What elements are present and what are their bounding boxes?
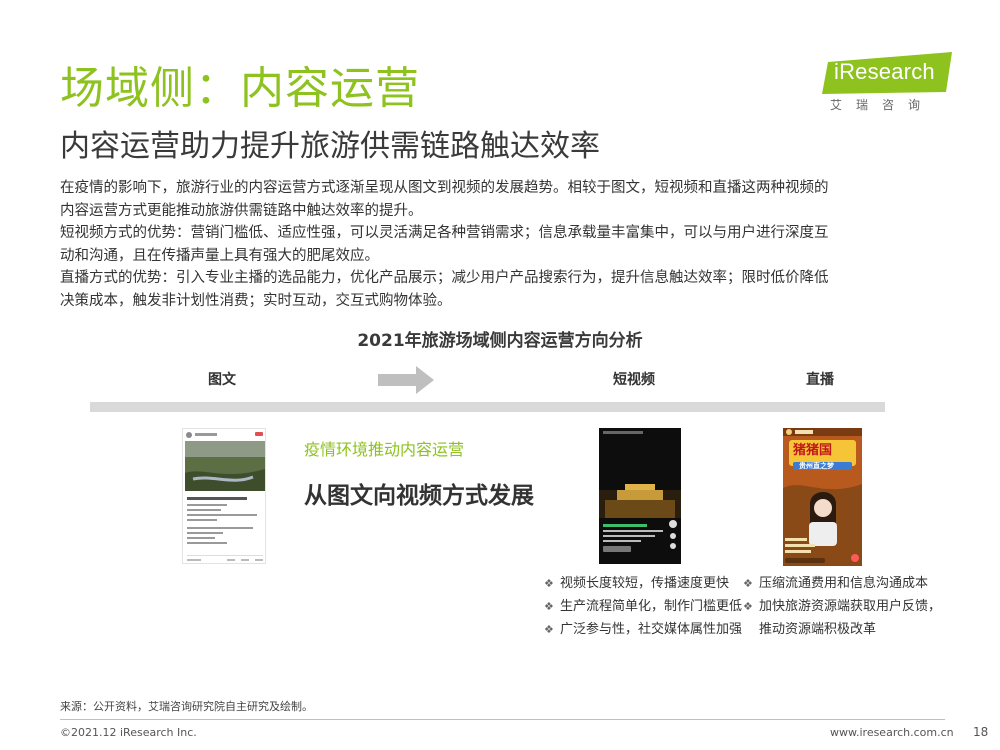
list-item: ❖ 生产流程简单化，制作门槛更低 <box>544 595 742 618</box>
text-post-screenshot-image <box>185 432 265 561</box>
list-item: 推动资源端积极改革 <box>759 622 877 637</box>
diamond-bullet-icon: ❖ <box>544 600 554 613</box>
trend-caption: 疫情环境推动内容运营 <box>304 440 465 459</box>
logo-subtitle: 艾瑞咨询 <box>830 98 935 112</box>
logo-wordmark: iResearch <box>834 59 935 84</box>
diamond-bullet-icon: ❖ <box>743 600 753 613</box>
stage-label-short-video: 短视频 <box>613 372 655 388</box>
live-stream-banner-subtext: 贵州直之梦 <box>799 462 834 470</box>
right-arrow-icon <box>378 366 434 394</box>
trend-headline: 从图文向视频方式发展 <box>304 483 534 509</box>
source-note: 来源：公开资料，艾瑞咨询研究院自主研究及绘制。 <box>60 700 313 713</box>
diamond-bullet-icon: ❖ <box>544 623 554 636</box>
page-subtitle: 内容运营助力提升旅游供需链路触达效率 <box>60 129 600 164</box>
short-video-screenshot-image <box>599 428 681 564</box>
intro-line: 直播方式的优势：引入专业主播的选品能力，优化产品展示；减少用户产品搜索行为，提升… <box>60 270 829 286</box>
copyright: ©2021.12 iResearch Inc. <box>60 726 197 739</box>
website-url: www.iresearch.com.cn <box>830 726 954 739</box>
live-stream-advantages: ❖ 压缩流通费用和信息沟通成本 ❖ 加快旅游资源端获取用户反馈， 推动资源端积极改革 <box>743 572 941 641</box>
page-number: 18 <box>973 725 989 739</box>
timeline-bar <box>90 402 885 412</box>
diagram-title: 2021年旅游场域侧内容运营方向分析 <box>357 331 643 351</box>
list-item: ❖ 压缩流通费用和信息沟通成本 <box>743 572 941 595</box>
footer-divider <box>60 719 945 720</box>
stage-label-live: 直播 <box>806 372 834 388</box>
intro-line: 短视频方式的优势：营销门槛低、适应性强，可以灵活满足各种营销需求；信息承载量丰富… <box>60 225 829 241</box>
list-item: ❖ 视频长度较短，传播速度更快 <box>544 572 742 595</box>
live-stream-thumbnail: 猪猪国 贵州直之梦 <box>783 428 862 566</box>
text-post-thumbnail <box>182 428 266 564</box>
live-stream-banner-text: 猪猪国 <box>793 443 833 458</box>
intro-line: 决策成本，触发非计划性消费；实时互动，交互式购物体验。 <box>60 292 452 309</box>
list-item: ❖ 广泛参与性，社交媒体属性加强 <box>544 618 742 641</box>
intro-paragraph: 在疫情的影响下，旅游行业的内容运营方式逐渐呈现从图文到视频的发展趋势。相较于图文… <box>60 177 950 312</box>
iresearch-logo: iResearch 艾瑞咨询 <box>822 50 952 112</box>
stage-label-text: 图文 <box>208 372 236 388</box>
intro-line: 内容运营方式更能推动旅游供需链路中触达效率的提升。 <box>60 202 423 219</box>
intro-line: 动和沟通，且在传播声量上具有强大的肥尾效应。 <box>60 247 379 264</box>
list-item: ❖ 加快旅游资源端获取用户反馈， <box>743 595 941 618</box>
intro-line: 在疫情的影响下，旅游行业的内容运营方式逐渐呈现从图文到视频的发展趋势。相较于图文… <box>60 180 829 196</box>
short-video-thumbnail <box>599 428 681 564</box>
short-video-advantages: ❖ 视频长度较短，传播速度更快 ❖ 生产流程简单化，制作门槛更低 ❖ 广泛参与性，社交… <box>544 572 742 641</box>
diamond-bullet-icon: ❖ <box>544 577 554 590</box>
page-title: 场域侧：内容运营 <box>60 63 420 114</box>
diamond-bullet-icon: ❖ <box>743 577 753 590</box>
